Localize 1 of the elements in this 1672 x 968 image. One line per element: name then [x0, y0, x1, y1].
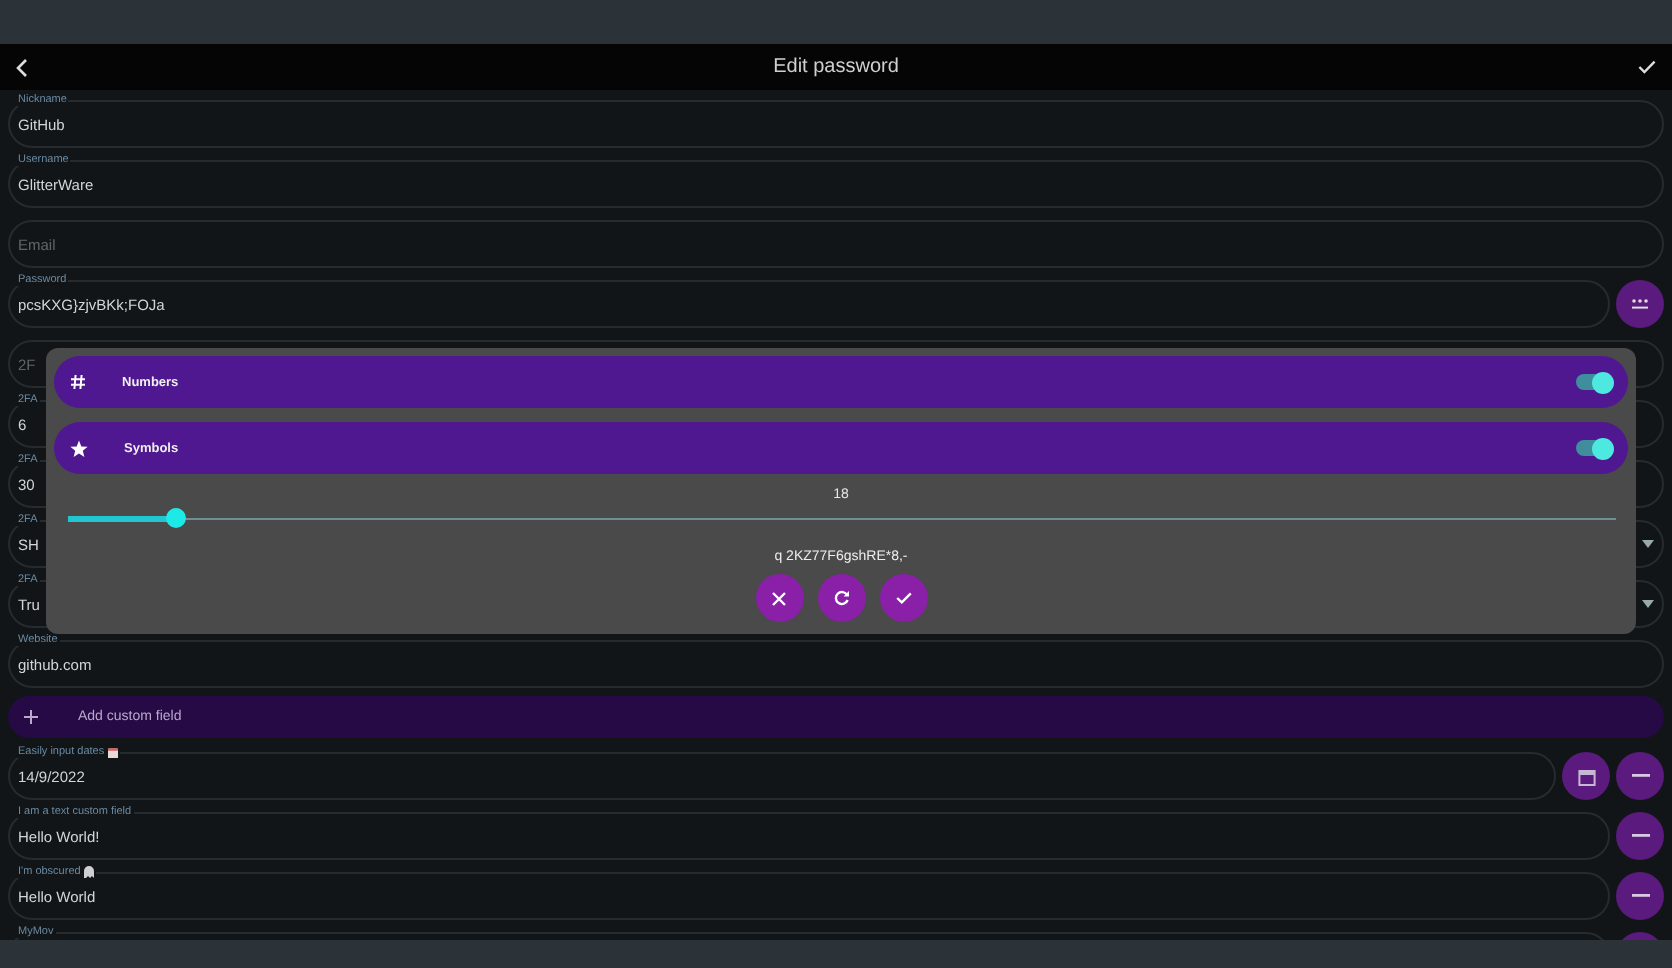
screen-title: Edit password [771, 56, 901, 78]
